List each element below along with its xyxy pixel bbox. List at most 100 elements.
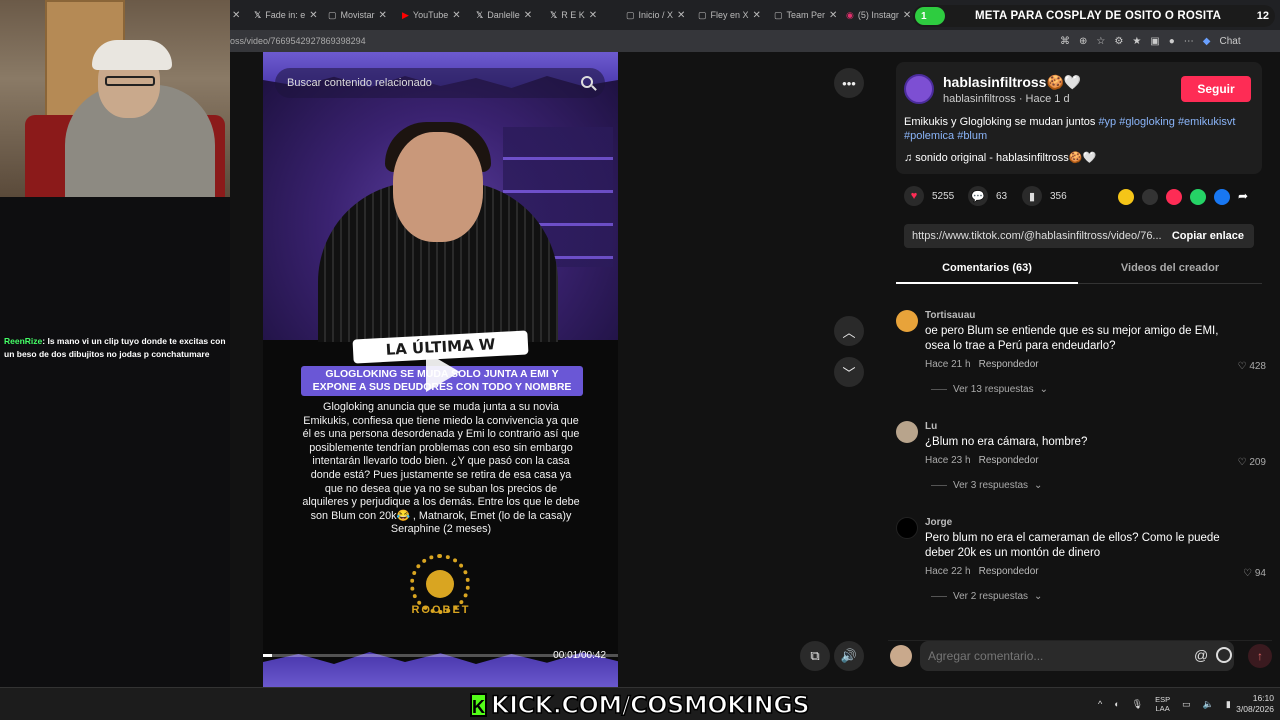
browser-tab[interactable]: ▶ YouTube ✕ [402,4,468,26]
next-video-button[interactable]: ﹀ [834,357,864,387]
video-progress-fill [263,654,272,657]
heart-outline-icon[interactable]: ♡ [1238,457,1250,468]
reply-button[interactable]: Respondedor [979,455,1039,466]
close-icon[interactable]: ✕ [677,10,685,21]
comment-count: 63 [996,190,1008,202]
commenter-avatar[interactable] [896,310,918,332]
save-action[interactable]: ▮ 356 [1022,186,1067,206]
chevron-up-icon[interactable]: ^ [1098,699,1102,709]
copy-link-button[interactable]: Copiar enlace [1172,224,1244,248]
comment-like[interactable]: ♡ 428 [1238,361,1266,372]
close-icon[interactable]: ✕ [309,10,317,21]
stream-goal-banner: 1 META PARA COSPLAY DE OSITO O ROSITA 12 [913,5,1275,27]
commenter-avatar[interactable] [896,517,918,539]
favorites-icon[interactable]: ★ [1132,36,1141,47]
display-icon[interactable]: ▭ [1182,699,1191,710]
system-clock[interactable]: 16:10 3/08/2026 [1226,693,1274,715]
copilot-icon[interactable]: ◆ [1203,36,1211,47]
x-logo-icon: 𝕏 [476,9,484,20]
play-icon[interactable] [426,352,460,392]
heart-outline-icon[interactable]: ♡ [1243,568,1255,579]
zoom-icon[interactable]: ⊕ [1079,36,1087,47]
volume-button[interactable]: 🔊 [834,641,864,671]
more-options-button[interactable]: ••• [834,68,864,98]
reply-button[interactable]: Respondedor [979,359,1039,370]
comment-like[interactable]: ♡ 209 [1238,457,1266,468]
chat-label[interactable]: Chat [1220,36,1241,47]
webcam-glasses [105,76,155,86]
heart-outline-icon[interactable]: ♡ [1238,361,1250,372]
emoji-icon[interactable] [1216,647,1232,663]
commenter-name[interactable]: Lu [925,421,937,432]
share-repost-icon[interactable] [1118,189,1134,205]
reply-button[interactable]: Respondedor [979,566,1039,577]
extensions-icon[interactable]: ⚙ [1114,36,1123,47]
close-icon[interactable]: ✕ [452,10,460,21]
profile-icon[interactable]: ● [1169,36,1175,47]
send-icon[interactable] [1166,189,1182,205]
view-replies-button[interactable]: Ver 3 respuestas ⌄ [931,480,1042,491]
share-more-icon[interactable]: ➦ [1238,189,1254,205]
url-text[interactable]: oss/video/7669542927869398294 [230,36,366,46]
mention-icon[interactable]: @ [1194,647,1208,663]
heart-icon[interactable]: ♥ [904,186,924,206]
close-icon[interactable]: ✕ [379,10,387,21]
browser-tab[interactable]: ▢ Team Per ✕ [774,4,844,26]
collections-icon[interactable]: ▣ [1150,36,1159,47]
search-icon[interactable] [581,76,593,88]
author-name[interactable]: hablasinfiltross🍪🤍 [943,74,1081,91]
comment-icon[interactable]: 💬 [968,186,988,206]
more-icon: ••• [842,75,856,91]
author-avatar[interactable] [904,74,934,104]
commenter-avatar[interactable] [896,421,918,443]
browser-tab[interactable]: 𝕏 Fade in: e ✕ [254,4,334,26]
menu-icon[interactable]: ⋯ [1184,36,1194,47]
view-replies-button[interactable]: Ver 2 respuestas ⌄ [931,591,1042,602]
video-player[interactable]: Buscar contenido relacionado LA ÚLTIMA W… [263,52,618,687]
comment-action[interactable]: 💬 63 [968,186,1007,206]
commenter-name[interactable]: Tortisauau [925,310,975,321]
x-logo-icon: ▢ [626,9,635,20]
view-replies-button[interactable]: Ver 13 respuestas ⌄ [931,384,1048,395]
pip-button[interactable]: ⧉ [800,641,830,671]
close-icon[interactable]: ✕ [589,10,597,21]
pip-icon: ⧉ [810,648,820,663]
link-box[interactable]: https://www.tiktok.com/@hablasinfiltross… [904,224,1254,248]
close-icon[interactable]: ✕ [829,10,837,21]
facebook-icon[interactable] [1214,189,1230,205]
like-action[interactable]: ♥ 5255 [904,186,954,206]
tab-comments[interactable]: Comentarios (63) [896,256,1078,284]
send-button[interactable]: ↑ [1248,644,1272,668]
close-icon[interactable]: ✕ [903,10,911,21]
comment-text: oe pero Blum se entiende que es su mejor… [925,325,1219,352]
browser-tab[interactable]: ▢ Inicio / X ✕ [626,4,690,26]
translate-icon[interactable]: ⌘ [1060,36,1070,47]
whatsapp-icon[interactable] [1190,189,1206,205]
sound-link[interactable]: ♫ sonido original - hablasinfiltross🍪🤍 [904,151,1096,164]
commenter-name[interactable]: Jorge [925,517,952,528]
mic-icon[interactable]: 🎙 [1132,699,1143,710]
language-indicator[interactable]: ESP LAA [1155,695,1170,713]
network-icon[interactable]: ◐ [1114,699,1119,709]
star-icon[interactable]: ☆ [1096,36,1105,47]
browser-tab[interactable]: 𝕏 Danlelle ✕ [476,4,546,26]
follow-button[interactable]: Seguir [1181,76,1251,102]
embed-icon[interactable] [1142,189,1158,205]
previous-video-button[interactable]: ︿ [834,316,864,346]
x-logo-icon: ▢ [774,9,783,20]
close-icon[interactable]: ✕ [753,10,761,21]
comment-input[interactable] [920,641,1234,671]
bookmark-icon[interactable]: ▮ [1022,186,1042,206]
browser-tab[interactable]: ▢ Movistar ✕ [328,4,398,26]
speaker-icon[interactable]: 🔈 [1203,699,1214,710]
post-link[interactable]: https://www.tiktok.com/@hablasinfiltross… [912,230,1162,242]
related-search-bar[interactable]: Buscar contenido relacionado [275,68,605,98]
browser-tab[interactable]: ◉ (5) Instagr ✕ [846,4,916,26]
browser-tab[interactable]: 𝕏R E K ✕ [550,4,616,26]
browser-tab[interactable]: ▢ Fley en X ✕ [698,4,766,26]
tab-creator-videos[interactable]: Videos del creador [1078,256,1262,284]
comment-like[interactable]: ♡ 94 [1243,568,1266,579]
comment-composer: @ ↑ [888,640,1272,672]
close-icon[interactable]: ✕ [524,10,532,21]
tab-close-icon[interactable]: ✕ [232,4,244,26]
